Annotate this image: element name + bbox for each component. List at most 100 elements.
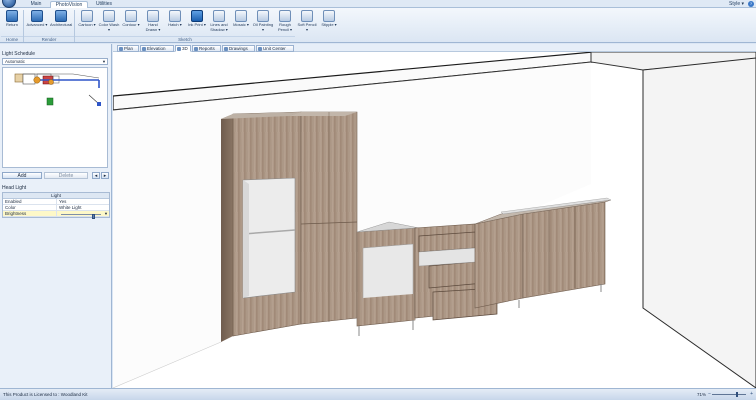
brightness-slider[interactable]: ▼ <box>57 211 109 219</box>
tab-3d[interactable]: 3D <box>175 45 191 52</box>
cartoon-icon <box>81 10 93 22</box>
drawings-icon <box>224 47 228 51</box>
ribbon-button-label: Architectural <box>50 22 73 27</box>
chevron-down-icon: ▼ <box>102 59 106 64</box>
light-position-plan[interactable] <box>2 67 108 168</box>
property-value[interactable]: Yes <box>57 199 109 204</box>
add-light-button[interactable]: Add <box>2 172 42 179</box>
architectural-render-icon <box>55 10 67 22</box>
chevron-down-icon: ▼ <box>104 211 108 216</box>
plan-preview-graphic <box>14 73 101 106</box>
tab-drawings[interactable]: Drawings <box>222 45 255 52</box>
ribbon-button-label: Stipple ▾ <box>321 22 337 27</box>
slider-track <box>61 214 101 219</box>
plan-view-icon <box>119 47 123 51</box>
property-value[interactable]: White Light <box>57 205 109 210</box>
rough-pencil-button[interactable]: Rough Pencil ▾ <box>274 10 296 36</box>
previous-light-button[interactable]: ◂ <box>92 172 100 179</box>
lines-shadow-icon <box>213 10 225 22</box>
ribbon-button-label: Color Wash ▾ <box>98 22 120 32</box>
tab-label: Unit Center <box>263 46 286 51</box>
3d-view-icon <box>177 47 181 51</box>
style-menu[interactable]: Style ▾ <box>729 1 744 7</box>
tab-reports[interactable]: Reports <box>192 45 221 52</box>
tab-plan[interactable]: Plan <box>117 45 139 52</box>
3d-viewport[interactable] <box>113 52 756 388</box>
ribbon-button-label: Ink Print ▾ <box>188 22 206 27</box>
color-wash-button[interactable]: Color Wash ▾ <box>98 10 120 36</box>
contour-button[interactable]: Contour ▾ <box>120 10 142 36</box>
ribbon-button-label: Hand Drawn ▾ <box>145 22 161 32</box>
ribbon-button-label: Mosaic ▾ <box>233 22 249 27</box>
zoom-in-icon[interactable]: + <box>750 391 753 397</box>
ink-print-button[interactable]: Ink Print ▾ <box>186 10 208 36</box>
status-bar: This Product is Licensed to : Woodland K… <box>0 388 756 400</box>
return-button[interactable]: Return <box>1 10 23 36</box>
light-properties-grid: Light Enabled Yes Color White Light Brig… <box>2 192 110 219</box>
license-status-text: This Product is Licensed to : Woodland K… <box>3 392 88 397</box>
light-schedule-value: Automatic <box>5 59 26 64</box>
hand-drawn-icon <box>147 10 159 22</box>
hatch-button[interactable]: Hatch ▾ <box>164 10 186 36</box>
help-icon[interactable]: ? <box>748 1 754 7</box>
hatch-icon <box>169 10 181 22</box>
oil-painting-icon <box>257 10 269 22</box>
ribbon-button-label: Rough Pencil ▾ <box>277 22 292 32</box>
property-row-brightness[interactable]: Brightness ▼ <box>3 211 109 219</box>
ribbon-tab-strip: Main PhotoVision Utilities Style ▾ ? <box>0 0 756 9</box>
zoom-out-icon[interactable]: − <box>708 391 711 397</box>
kitchen-3d-render <box>113 52 756 388</box>
advanced-render-button[interactable]: Advanced ▾ <box>26 10 48 36</box>
ink-print-icon <box>191 10 203 22</box>
ribbon: Return Advanced ▾ Architectural Cartoon ▾ Co… <box>0 8 756 43</box>
property-key: Color <box>3 205 57 210</box>
property-key: Enabled <box>3 199 57 204</box>
tab-label: Reports <box>199 46 215 51</box>
tab-label: Drawings <box>229 46 248 51</box>
ribbon-button-label: Cartoon ▾ <box>78 22 96 27</box>
contour-icon <box>125 10 137 22</box>
stipple-icon <box>323 10 335 22</box>
view-tabs: Plan Elevation 3D Reports Drawings Unit … <box>113 44 756 52</box>
group-label-home: Home <box>1 36 23 42</box>
light-properties-title: Head Light <box>2 185 27 191</box>
tab-unit-center[interactable]: Unit Center <box>256 45 294 52</box>
mosaic-button[interactable]: Mosaic ▾ <box>230 10 252 36</box>
ribbon-button-label: Oil Painting ▾ <box>252 22 274 32</box>
application-menu-button[interactable] <box>2 0 16 8</box>
soft-pencil-button[interactable]: Soft Pencil ▾ <box>296 10 318 36</box>
zoom-percentage: 71% <box>696 392 706 397</box>
ribbon-button-label: Contour ▾ <box>122 22 140 27</box>
lines-shadow-button[interactable]: Lines and Shadow ▾ <box>208 10 230 36</box>
cartoon-button[interactable]: Cartoon ▾ <box>76 10 98 36</box>
ribbon-button-label: Lines and Shadow ▾ <box>210 22 228 32</box>
mosaic-icon <box>235 10 247 22</box>
tab-label: Elevation <box>147 46 166 51</box>
hand-drawn-button[interactable]: Hand Drawn ▾ <box>142 10 164 36</box>
soft-pencil-icon <box>301 10 313 22</box>
zoom-slider[interactable] <box>712 392 746 397</box>
next-light-button[interactable]: ▸ <box>101 172 109 179</box>
oil-painting-button[interactable]: Oil Painting ▾ <box>252 10 274 36</box>
ribbon-button-label: Hatch ▾ <box>168 22 182 27</box>
tab-label: 3D <box>182 46 188 51</box>
group-label-sketch: Sketch <box>75 36 295 42</box>
advanced-render-icon <box>31 10 43 22</box>
zoom-slider-thumb[interactable] <box>735 392 738 397</box>
slider-thumb[interactable] <box>92 214 96 219</box>
rough-pencil-icon <box>279 10 291 22</box>
stipple-button[interactable]: Stipple ▾ <box>318 10 340 36</box>
reports-icon <box>194 47 198 51</box>
elevation-view-icon <box>142 47 146 51</box>
return-icon <box>6 10 18 22</box>
color-wash-icon <box>103 10 115 22</box>
ribbon-button-label: Advanced ▾ <box>26 22 48 27</box>
light-schedule-select[interactable]: Automatic ▼ <box>2 58 108 65</box>
delete-light-button[interactable]: Delete <box>44 172 88 179</box>
light-schedule-panel: Light Schedule Automatic ▼ Add Delete ◂ … <box>0 44 112 388</box>
property-key: Brightness <box>3 211 57 216</box>
ribbon-button-label: Soft Pencil ▾ <box>297 22 317 32</box>
tab-elevation[interactable]: Elevation <box>140 45 174 52</box>
unit-center-icon <box>258 47 262 51</box>
architectural-render-button[interactable]: Architectural <box>50 10 72 36</box>
